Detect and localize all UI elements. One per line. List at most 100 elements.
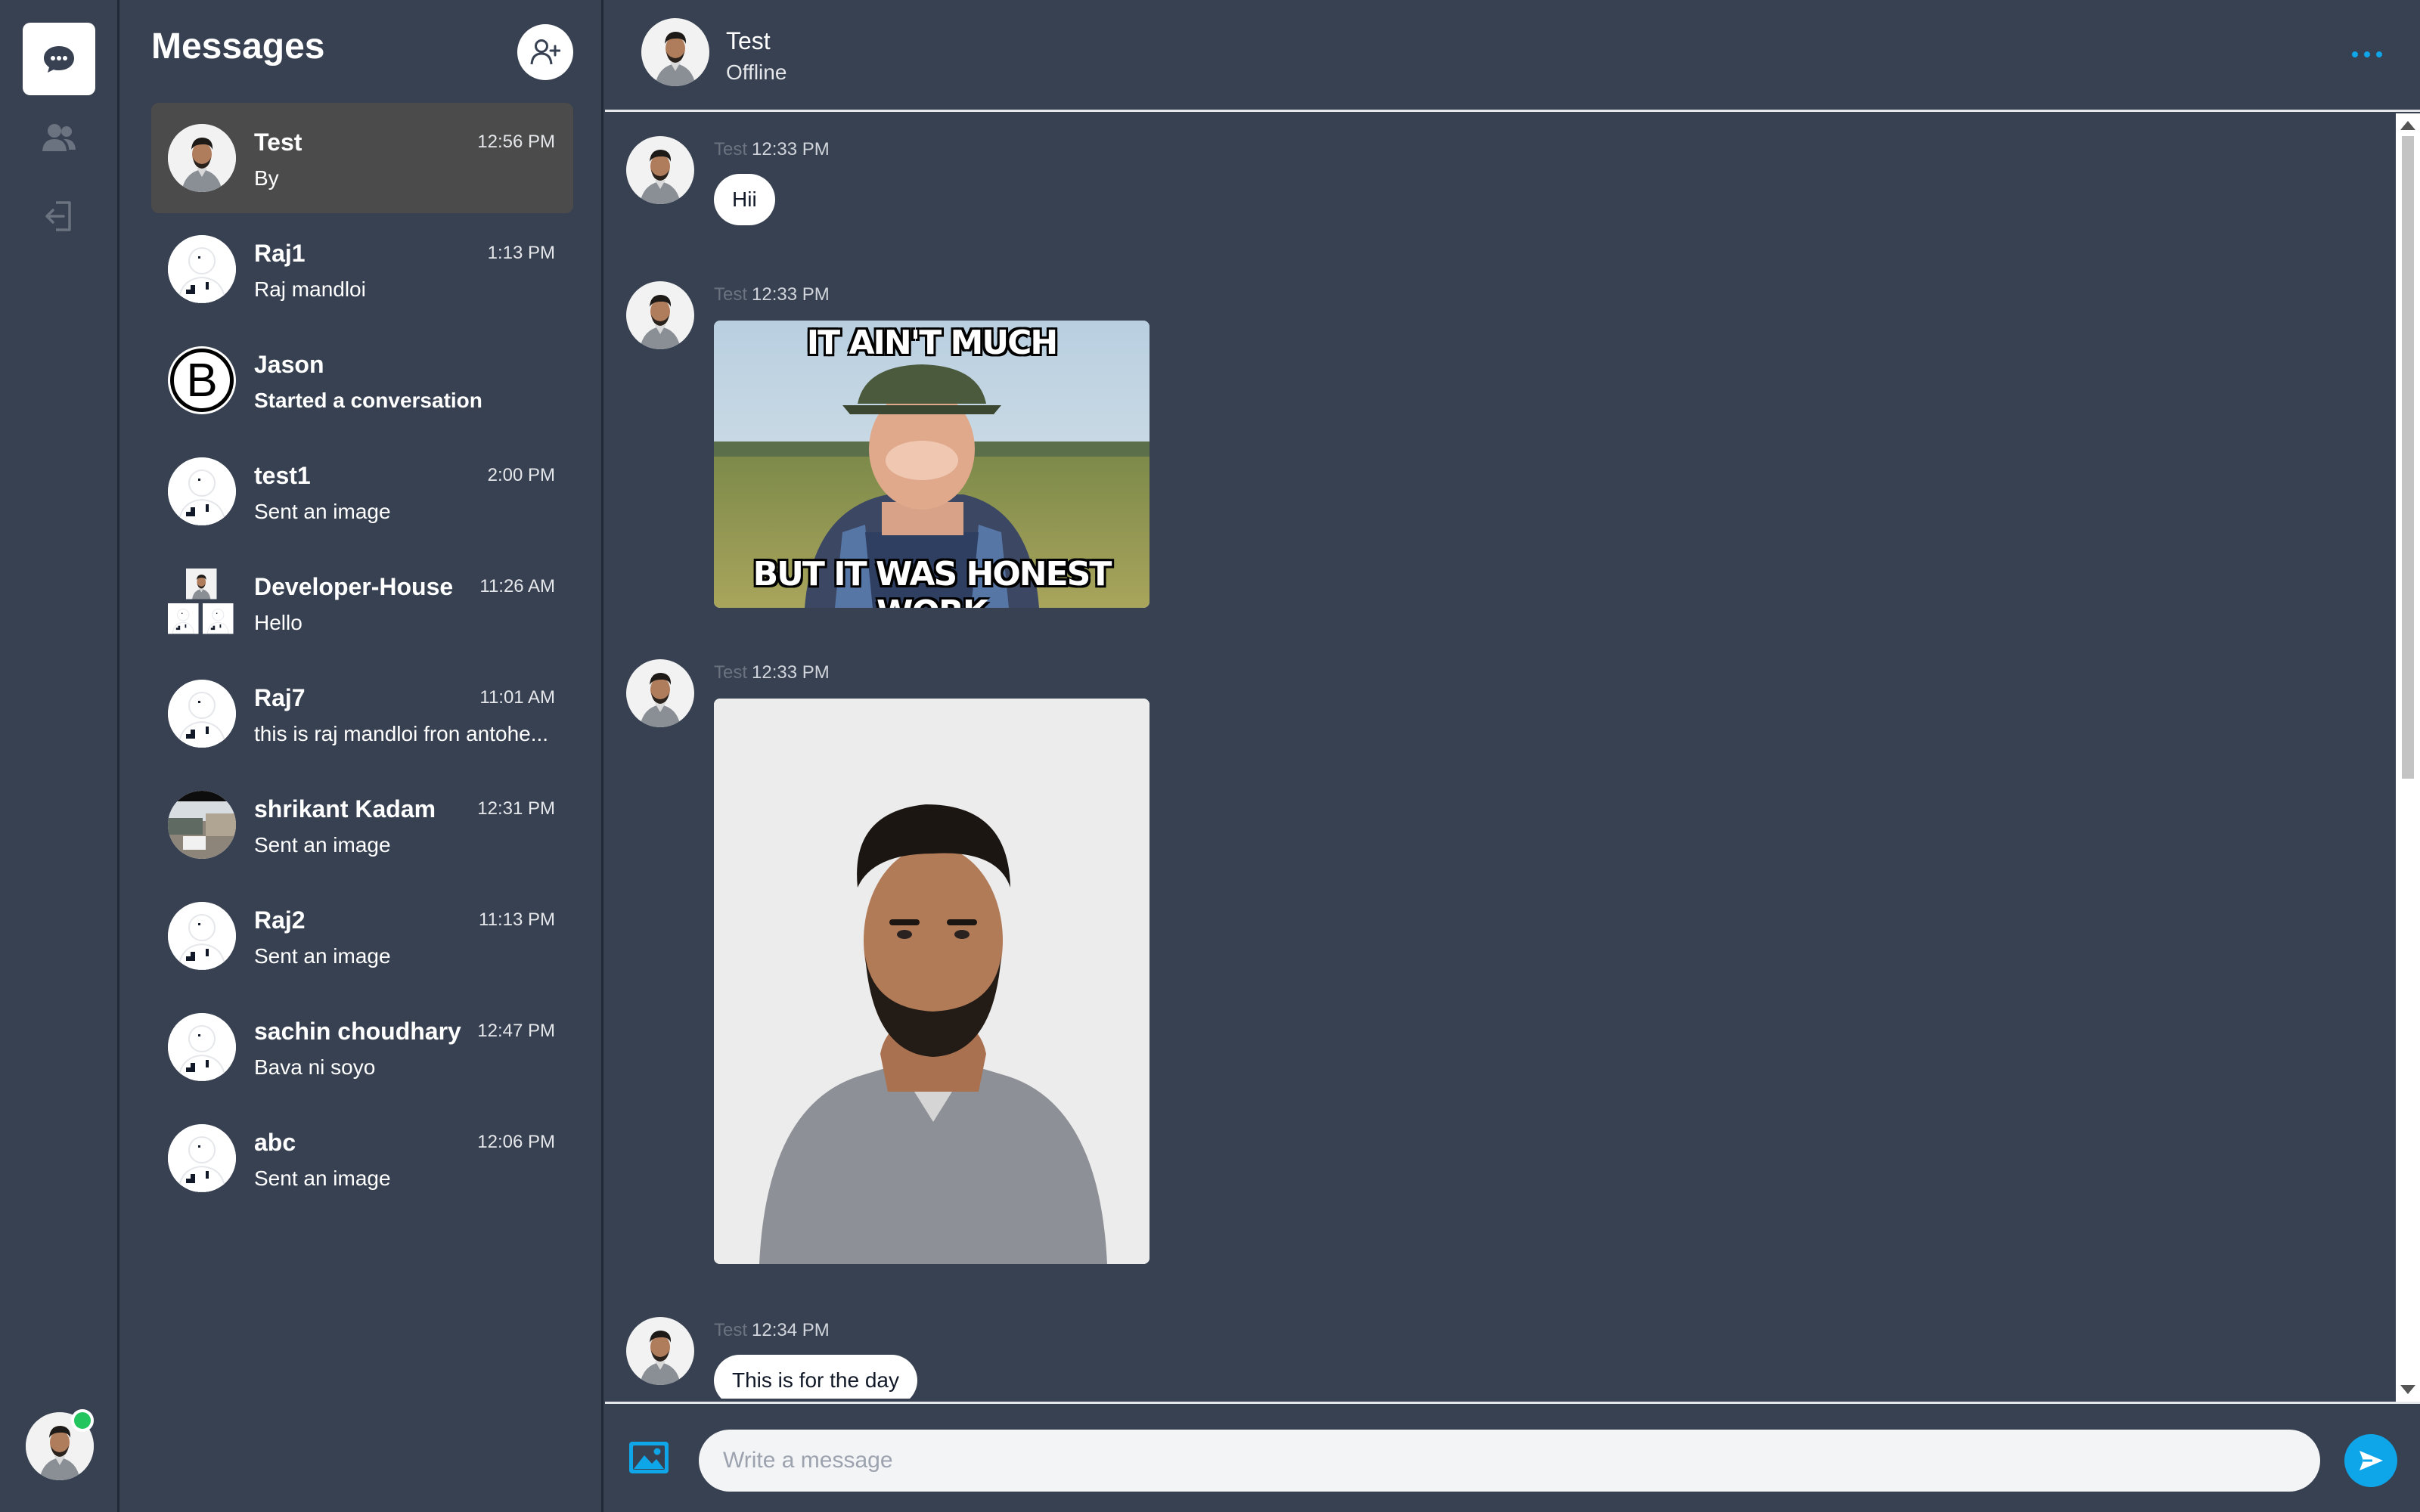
meme-caption-bottom: BUT IT WAS HONEST WORK [752,555,1112,608]
conversation-item[interactable]: test1 Sent an image 2:00 PM [151,436,573,547]
messages-title: Messages [151,26,325,67]
message-sender: Test [714,139,748,160]
conversation-item[interactable]: B Jason Started a conversation [151,325,573,435]
conversation-time: 11:13 PM [479,909,555,930]
message-composer [605,1402,2420,1512]
conversation-preview: Raj mandloi [254,277,366,301]
contact-avatar [168,1124,236,1192]
conversation-name: sachin choudhary [254,1018,461,1045]
contact-status: Offline [726,60,787,84]
conversation-preview: Sent an image [254,944,391,968]
logout-nav-button[interactable] [23,180,95,253]
conversation-preview: Hello [254,611,302,634]
conversation-preview: Sent an image [254,500,391,523]
sender-avatar [626,1317,694,1385]
conversation-item[interactable]: shrikant Kadam Sent an image 12:31 PM [151,770,573,880]
message-bubble: Hii [714,174,775,225]
conversation-item[interactable]: Test By 12:56 PM [151,103,573,213]
contact-avatar: B [168,346,236,414]
contact-avatar[interactable] [641,18,709,86]
contact-avatar [168,680,236,748]
contact-avatar [168,124,236,192]
conversation-name: Raj7 [254,684,306,711]
add-contact-button[interactable] [517,24,573,80]
conversation-time: 11:26 AM [479,576,555,596]
conversation-time: 11:01 AM [479,687,555,708]
message-time: 12:33 PM [752,662,830,683]
message-input[interactable] [699,1430,2320,1492]
conversation-name: Test [254,129,302,156]
conversation-time: 1:13 PM [487,243,555,263]
message-thread: Test 12:33 PM Hii Test 12:33 PM IT AIN'T… [605,113,2397,1399]
more-dots-icon [2352,51,2358,57]
send-button[interactable] [2344,1434,2397,1487]
logout-icon [45,201,71,231]
scroll-thumb[interactable] [2402,136,2414,779]
contact-avatar [168,235,236,303]
message-sender: Test [714,662,748,683]
conversation-list-panel: Messages Test By 12:56 PM Raj1 Raj mandl… [121,0,603,1512]
send-icon [2360,1451,2383,1470]
sender-avatar [626,281,694,349]
conversation-name: Raj2 [254,906,306,934]
conversation-preview: this is raj mandloi fron antohe... [254,722,549,745]
group-avatar [168,569,236,637]
attach-image-button[interactable] [628,1440,676,1479]
conversation-name: Developer-House [254,573,454,600]
message-time: 12:33 PM [752,139,830,160]
contact-avatar [168,791,236,859]
message-sender: Test [714,284,748,305]
conversation-name: abc [254,1129,296,1156]
contact-avatar [168,1013,236,1081]
scroll-up-arrow[interactable] [2400,121,2415,130]
contact-avatar [168,457,236,525]
chat-bubble-icon [44,46,74,73]
message-meta: Test 12:34 PM [714,1320,830,1341]
message-image[interactable] [714,699,1150,1264]
conversation-time: 12:31 PM [477,798,555,819]
message-time: 12:34 PM [752,1320,830,1340]
avatar-letter: B [170,349,234,412]
message-scrollbar[interactable] [2396,113,2420,1402]
conversation-item[interactable]: Raj7 this is raj mandloi fron antohe... … [151,658,573,769]
conversation-preview: By [254,166,279,190]
conversation-name: test1 [254,462,311,489]
chat-header: Test Offline [605,0,2420,112]
conversation-item[interactable]: Raj1 Raj mandloi 1:13 PM [151,214,573,324]
conversation-list: Test By 12:56 PM Raj1 Raj mandloi 1:13 P… [151,103,573,1214]
conversation-time: 12:47 PM [477,1021,555,1041]
message-image[interactable]: IT AIN'T MUCH BUT IT WAS HONEST WORK [714,321,1150,608]
more-options-button[interactable] [2344,38,2390,71]
add-contact-icon [530,39,560,65]
contact-name: Test [726,27,771,54]
conversation-item[interactable]: abc Sent an image 12:06 PM [151,1103,573,1213]
image-icon [629,1442,669,1473]
sender-avatar [626,136,694,204]
contacts-nav-button[interactable] [23,101,95,174]
message-meta: Test 12:33 PM [714,139,830,160]
conversation-preview: Started a conversation [254,389,482,412]
app-rail [0,0,119,1512]
chats-nav-button[interactable] [23,23,95,95]
sender-avatar [626,659,694,727]
conversation-preview: Sent an image [254,833,391,857]
meme-caption-top: IT AIN'T MUCH [806,324,1058,362]
message-meta: Test 12:33 PM [714,662,830,683]
users-icon [42,124,76,151]
conversation-name: Raj1 [254,240,306,267]
contact-avatar [168,902,236,970]
conversation-item[interactable]: Raj2 Sent an image 11:13 PM [151,881,573,991]
conversation-preview: Sent an image [254,1167,391,1190]
message-sender: Test [714,1320,748,1340]
conversation-name: Jason [254,351,324,378]
conversation-time: 2:00 PM [487,465,555,485]
conversation-name: shrikant Kadam [254,795,436,823]
conversation-preview: Bava ni soyo [254,1055,376,1079]
message-meta: Test 12:33 PM [714,284,830,305]
online-status-indicator [71,1409,94,1432]
conversation-item[interactable]: sachin choudhary Bava ni soyo 12:47 PM [151,992,573,1102]
scroll-down-arrow[interactable] [2400,1385,2415,1394]
chat-panel: Test Offline Test 12:33 PM Hii Test 12:33 … [605,0,2420,1512]
message-bubble: This is for the day [714,1355,917,1399]
conversation-item[interactable]: Developer-House Hello 11:26 AM [151,547,573,658]
